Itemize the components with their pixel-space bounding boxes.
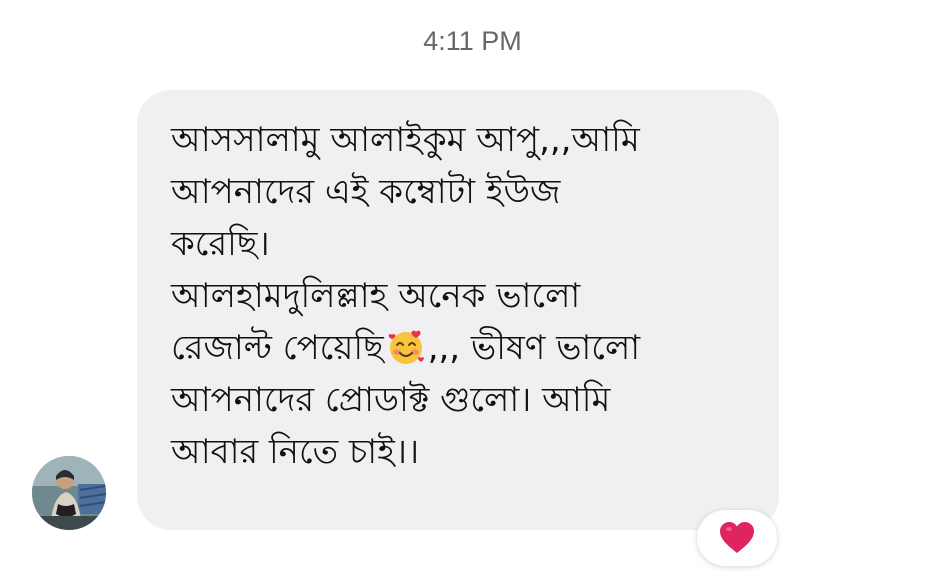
user-avatar-image	[32, 456, 106, 530]
message-line: আবার নিতে চাই।।	[171, 432, 420, 472]
message-line: আপনাদের এই কম্বোটা ইউজ	[171, 172, 561, 212]
message-line: আপনাদের প্রোডাক্ট গুলো। আমি	[171, 380, 611, 420]
message-line: আসসালামু আলাইকুম আপু,,,আমি	[171, 120, 640, 160]
message-line: আলহামদুলিল্লাহ অনেক ভালো	[171, 276, 581, 316]
smiling-face-with-hearts-icon	[388, 330, 424, 364]
message-line: করেছি।	[171, 224, 270, 264]
sender-avatar[interactable]	[32, 456, 106, 530]
reaction-badge[interactable]	[697, 510, 777, 566]
chat-thread: 4:11 PM আসসালামু আলাইকুম আপু,,,আমি আপনাদ…	[0, 0, 945, 584]
message-bubble[interactable]: আসসালামু আলাইকুম আপু,,,আমি আপনাদের এই কম…	[137, 90, 779, 530]
message-timestamp: 4:11 PM	[423, 26, 522, 56]
heart-icon	[720, 522, 754, 553]
message-line-with-emoji: রেজাল্ট পেয়েছি ,,, ভীষণ ভালো	[171, 322, 751, 374]
message-text: রেজাল্ট পেয়েছি	[171, 328, 384, 368]
message-text: ,,, ভীষণ ভালো	[427, 328, 641, 368]
